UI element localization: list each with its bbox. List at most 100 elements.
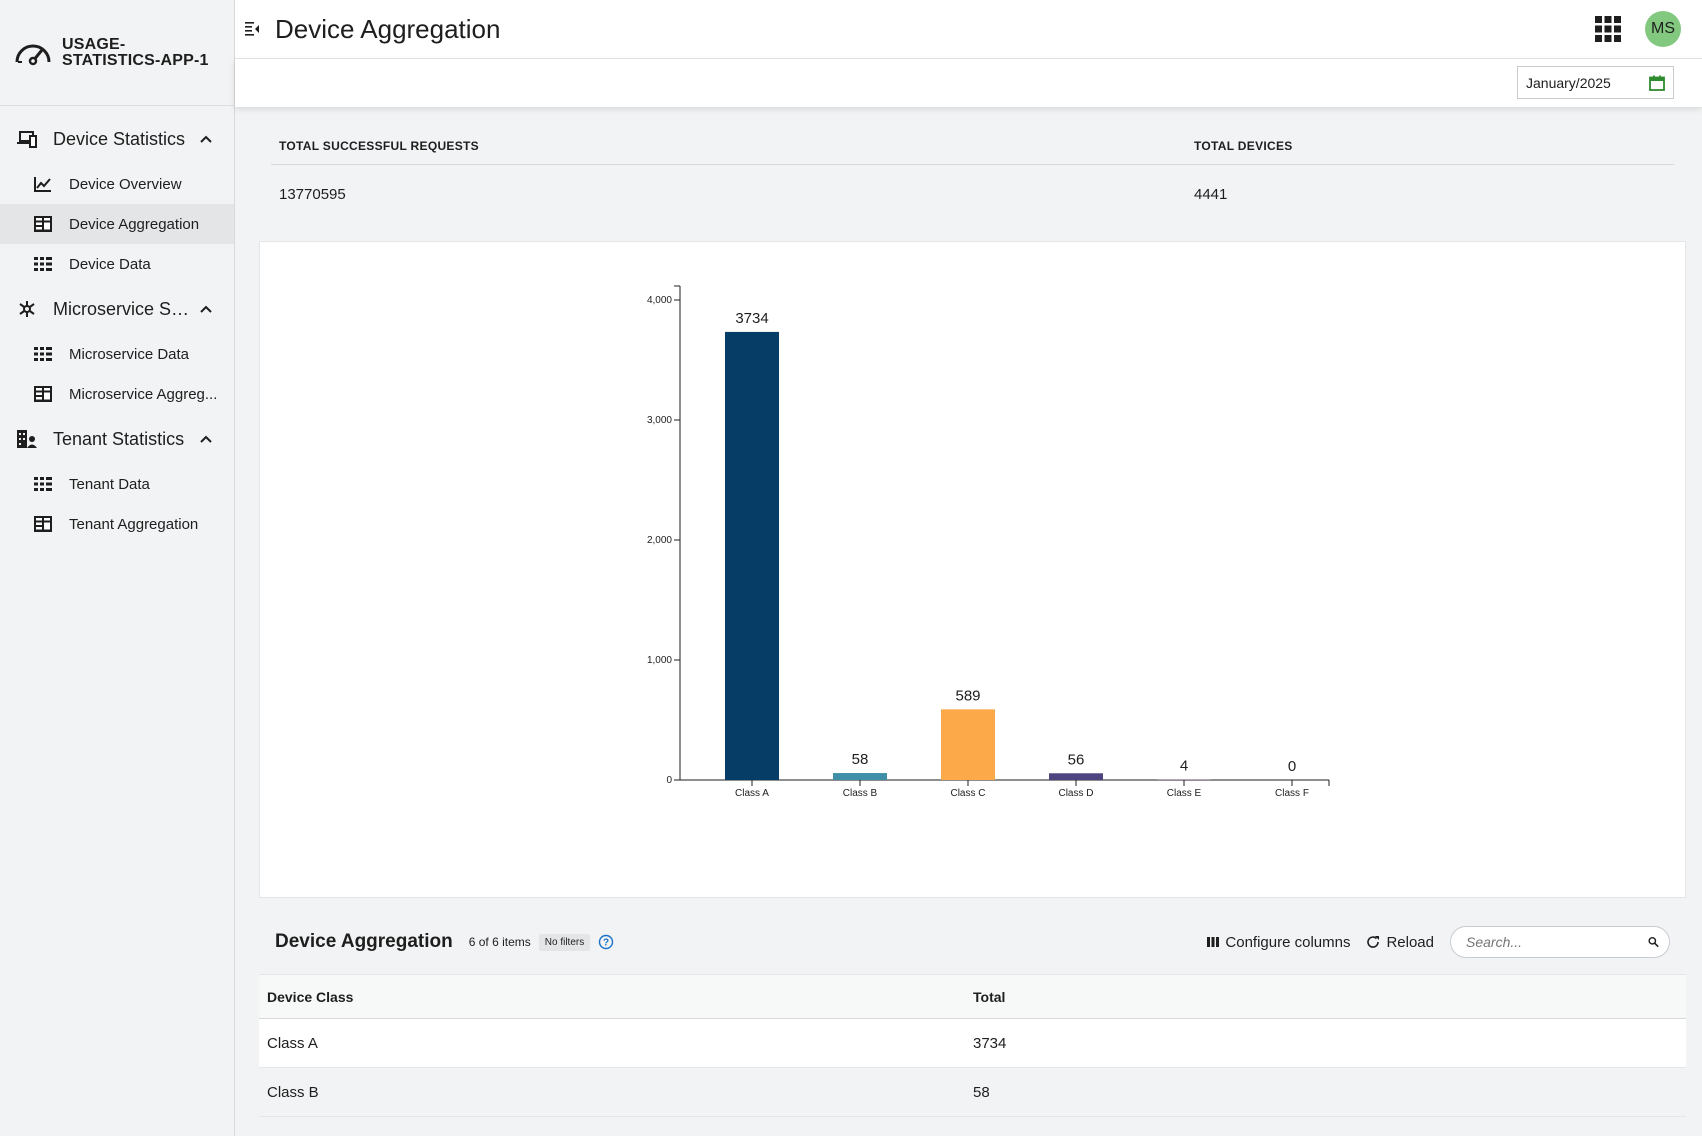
y-tick-label: 4,000 bbox=[647, 295, 672, 306]
bar-class-b bbox=[833, 773, 887, 780]
column-header-device-class[interactable]: Device Class bbox=[259, 989, 973, 1005]
total-devices-value: 4441 bbox=[1194, 186, 1228, 203]
aggregate-table-icon bbox=[33, 214, 53, 234]
top-header: Device Aggregation MS bbox=[235, 0, 1702, 59]
action-bar: January/2025 bbox=[235, 59, 1702, 107]
refresh-icon bbox=[1367, 936, 1380, 948]
cell-device-class: Class A bbox=[267, 1034, 318, 1052]
menu-toggle-icon[interactable] bbox=[245, 21, 261, 37]
chevron-up-icon[interactable] bbox=[193, 305, 219, 313]
app-name: USAGE- STATISTICS-APP-1 bbox=[62, 35, 209, 69]
cell-total: 58 bbox=[973, 1083, 990, 1101]
sidebar-item-label: Device Aggregation bbox=[69, 215, 200, 233]
x-tick-label: Class C bbox=[950, 788, 985, 799]
kpi-divider bbox=[271, 164, 1674, 165]
sidebar-nav: Device Statistics Device Overview Device… bbox=[0, 106, 234, 544]
sidebar-item-tenant-aggregation[interactable]: Tenant Aggregation bbox=[0, 504, 234, 544]
calendar-icon[interactable] bbox=[1649, 75, 1665, 91]
chevron-up-icon[interactable] bbox=[193, 135, 219, 143]
page-title: Device Aggregation bbox=[275, 13, 501, 44]
chevron-up-icon[interactable] bbox=[193, 435, 219, 443]
devices-icon bbox=[16, 128, 38, 150]
sidebar-item-device-aggregation[interactable]: Device Aggregation bbox=[0, 204, 234, 244]
gauge-icon bbox=[15, 44, 51, 65]
svg-text:?: ? bbox=[603, 938, 609, 949]
sidebar-group-label: Device Statistics bbox=[53, 128, 186, 149]
bar-class-d bbox=[1049, 773, 1103, 780]
month-picker[interactable]: January/2025 bbox=[1517, 66, 1674, 99]
grid-list-icon bbox=[33, 254, 53, 274]
grid-list-icon bbox=[33, 344, 53, 364]
search-box bbox=[1450, 926, 1670, 958]
help-icon[interactable]: ? bbox=[598, 934, 614, 950]
data-label: 56 bbox=[1068, 751, 1085, 768]
x-tick-label: Class E bbox=[1167, 788, 1202, 799]
chart-card: 0 1,000 2,000 3,000 4,000 3734 Class A 58 Class … bbox=[259, 241, 1686, 898]
app-name-line1: USAGE- bbox=[62, 35, 126, 53]
sidebar-item-device-data[interactable]: Device Data bbox=[0, 244, 234, 284]
total-devices-label: TOTAL DEVICES bbox=[1194, 139, 1293, 153]
x-tick-label: Class D bbox=[1058, 788, 1093, 799]
sidebar-group-label: Microservice Sta... bbox=[53, 298, 193, 319]
configure-columns-label: Configure columns bbox=[1225, 933, 1351, 951]
cell-device-class: Class B bbox=[267, 1083, 319, 1101]
sidebar-item-tenant-data[interactable]: Tenant Data bbox=[0, 464, 234, 504]
table-header-row: Device Class Total bbox=[259, 974, 1686, 1019]
user-avatar[interactable]: MS bbox=[1645, 11, 1681, 47]
y-tick-label: 2,000 bbox=[647, 535, 672, 546]
tenant-icon bbox=[16, 428, 38, 450]
data-label: 0 bbox=[1288, 758, 1296, 775]
sidebar-item-microservice-data[interactable]: Microservice Data bbox=[0, 334, 234, 374]
sidebar-item-label: Tenant Data bbox=[69, 475, 150, 493]
x-tick-label: Class B bbox=[843, 788, 878, 799]
app-name-line2: STATISTICS-APP-1 bbox=[62, 51, 209, 69]
sidebar-group-device-statistics[interactable]: Device Statistics bbox=[0, 114, 234, 164]
cell-total: 3734 bbox=[973, 1034, 1007, 1052]
app-switcher-icon[interactable] bbox=[1593, 14, 1623, 44]
app-brand[interactable]: USAGE- STATISTICS-APP-1 bbox=[0, 0, 234, 106]
data-label: 58 bbox=[852, 751, 869, 768]
column-header-total[interactable]: Total bbox=[973, 989, 1005, 1005]
sidebar-item-label: Tenant Aggregation bbox=[69, 515, 199, 533]
columns-icon bbox=[1207, 937, 1220, 947]
total-requests-value: 13770595 bbox=[279, 186, 346, 203]
x-tick-label: Class F bbox=[1275, 788, 1309, 799]
device-class-bar-chart: 0 1,000 2,000 3,000 4,000 3734 Class A 58 Class … bbox=[647, 285, 1330, 799]
aggregation-table: Device Aggregation 6 of 6 items No filte… bbox=[259, 910, 1686, 1136]
sidebar-group-label: Tenant Statistics bbox=[53, 428, 185, 449]
table-row[interactable]: Class A 3734 bbox=[259, 1019, 1686, 1068]
reload-button[interactable]: Reload bbox=[1366, 934, 1434, 951]
sidebar-item-microservice-aggregation[interactable]: Microservice Aggreg... bbox=[0, 374, 234, 414]
table-row[interactable]: Class B 58 bbox=[259, 1068, 1686, 1117]
reload-label: Reload bbox=[1386, 933, 1434, 951]
sidebar-group-microservice-statistics[interactable]: Microservice Sta... bbox=[0, 284, 234, 334]
month-picker-value: January/2025 bbox=[1526, 74, 1611, 91]
aggregate-table-icon bbox=[33, 384, 53, 404]
sidebar-item-label: Device Data bbox=[69, 255, 151, 273]
sidebar: USAGE- STATISTICS-APP-1 Device Statistic… bbox=[0, 0, 235, 1136]
y-tick-label: 1,000 bbox=[647, 655, 672, 666]
configure-columns-button[interactable]: Configure columns bbox=[1207, 934, 1350, 951]
sidebar-group-tenant-statistics[interactable]: Tenant Statistics bbox=[0, 414, 234, 464]
table-title: Device Aggregation bbox=[275, 931, 453, 952]
search-input[interactable] bbox=[1466, 934, 1648, 950]
sidebar-item-label: Microservice Aggreg... bbox=[69, 385, 218, 403]
table-toolbar: Device Aggregation 6 of 6 items No filte… bbox=[259, 910, 1686, 974]
sidebar-item-device-overview[interactable]: Device Overview bbox=[0, 164, 234, 204]
total-requests-label: TOTAL SUCCESSFUL REQUESTS bbox=[279, 139, 479, 153]
microservice-icon bbox=[16, 298, 38, 320]
bar-class-c bbox=[941, 709, 995, 780]
item-count: 6 of 6 items bbox=[468, 935, 531, 949]
search-icon[interactable] bbox=[1648, 935, 1659, 949]
sidebar-item-label: Microservice Data bbox=[69, 345, 190, 363]
filter-badge: No filters bbox=[538, 933, 591, 951]
line-chart-icon bbox=[33, 174, 53, 194]
aggregate-table-icon bbox=[33, 514, 53, 534]
data-label: 4 bbox=[1180, 758, 1188, 775]
sidebar-item-label: Device Overview bbox=[69, 175, 182, 193]
y-tick-label: 3,000 bbox=[647, 415, 672, 426]
x-tick-label: Class A bbox=[735, 788, 769, 799]
data-label: 589 bbox=[955, 687, 980, 704]
y-tick-label: 0 bbox=[666, 775, 672, 786]
bar-class-a bbox=[725, 331, 779, 780]
